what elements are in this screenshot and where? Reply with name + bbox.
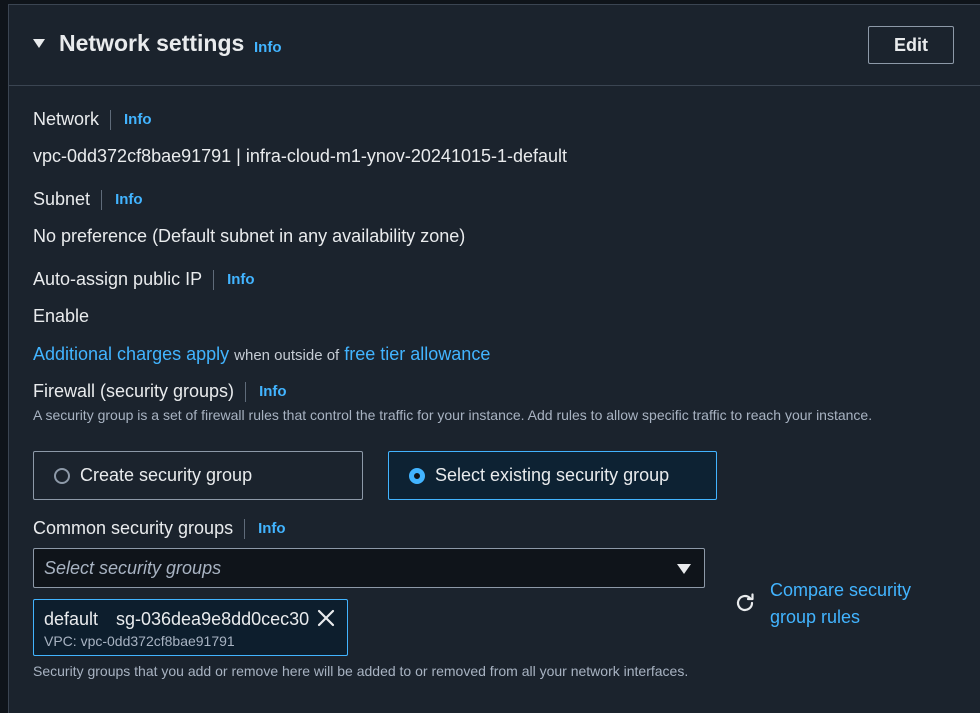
create-security-group-option[interactable]: Create security group xyxy=(33,451,363,500)
additional-charges-link[interactable]: Additional charges apply xyxy=(33,344,229,364)
subnet-label-row: Subnet Info xyxy=(33,189,143,210)
dropdown-caret-icon[interactable] xyxy=(677,564,691,574)
public-ip-label-row: Auto-assign public IP Info xyxy=(33,269,255,290)
firewall-info-link[interactable]: Info xyxy=(259,383,287,400)
selected-security-group-token: default sg-036dea9e8dd0cec30 VPC: vpc-0d… xyxy=(33,599,348,656)
security-groups-select[interactable]: Select security groups xyxy=(33,548,705,588)
select-existing-security-group-option[interactable]: Select existing security group xyxy=(388,451,717,500)
create-security-group-label: Create security group xyxy=(80,465,253,485)
subnet-info-link[interactable]: Info xyxy=(115,191,143,208)
common-groups-label: Common security groups xyxy=(33,518,234,538)
radio-selected-icon[interactable] xyxy=(409,467,425,484)
divider xyxy=(244,518,246,539)
public-ip-info-link[interactable]: Info xyxy=(227,271,255,288)
subnet-value: No preference (Default subnet in any ava… xyxy=(33,226,466,246)
charges-middle-text: when outside of xyxy=(234,347,340,364)
common-groups-label-row: Common security groups Info xyxy=(33,518,286,539)
network-settings-panel: Network settings Info Edit Network Info … xyxy=(8,4,980,713)
firewall-label-row: Firewall (security groups) Info xyxy=(33,381,287,402)
divider xyxy=(245,381,247,402)
remove-token-close-icon[interactable] xyxy=(315,607,337,629)
token-vpc: VPC: vpc-0dd372cf8bae91791 xyxy=(44,633,235,649)
public-ip-label: Auto-assign public IP xyxy=(33,269,203,289)
common-groups-info-link[interactable]: Info xyxy=(258,520,286,537)
network-info-link[interactable]: Info xyxy=(124,111,152,128)
subnet-label: Subnet xyxy=(33,189,91,209)
divider xyxy=(110,109,112,130)
collapse-caret-icon[interactable] xyxy=(33,39,45,48)
edit-button[interactable]: Edit xyxy=(868,26,954,64)
free-tier-link[interactable]: free tier allowance xyxy=(344,344,490,364)
title-info-link[interactable]: Info xyxy=(254,39,282,56)
page-title: Network settings xyxy=(59,30,245,56)
public-ip-value: Enable xyxy=(33,306,90,326)
token-group-name: default xyxy=(44,609,99,629)
firewall-label: Firewall (security groups) xyxy=(33,381,235,401)
compare-security-group-rules-link[interactable]: Compare security group rules xyxy=(770,577,930,631)
network-value: vpc-0dd372cf8bae91791 | infra-cloud-m1-y… xyxy=(33,146,568,166)
charges-row: Additional charges apply when outside of… xyxy=(33,344,490,365)
divider xyxy=(101,189,103,210)
panel-header[interactable]: Network settings Info Edit xyxy=(9,5,980,86)
network-label: Network xyxy=(33,109,100,129)
firewall-description: A security group is a set of firewall ru… xyxy=(33,407,873,423)
select-placeholder: Select security groups xyxy=(44,558,222,578)
divider xyxy=(213,269,215,290)
select-existing-security-group-label: Select existing security group xyxy=(435,465,670,485)
security-groups-footer-note: Security groups that you add or remove h… xyxy=(33,663,689,679)
token-group-id: sg-036dea9e8dd0cec30 xyxy=(116,609,310,629)
radio-unselected-icon[interactable] xyxy=(54,467,70,484)
refresh-icon[interactable] xyxy=(733,591,757,615)
network-label-row: Network Info xyxy=(33,109,152,130)
